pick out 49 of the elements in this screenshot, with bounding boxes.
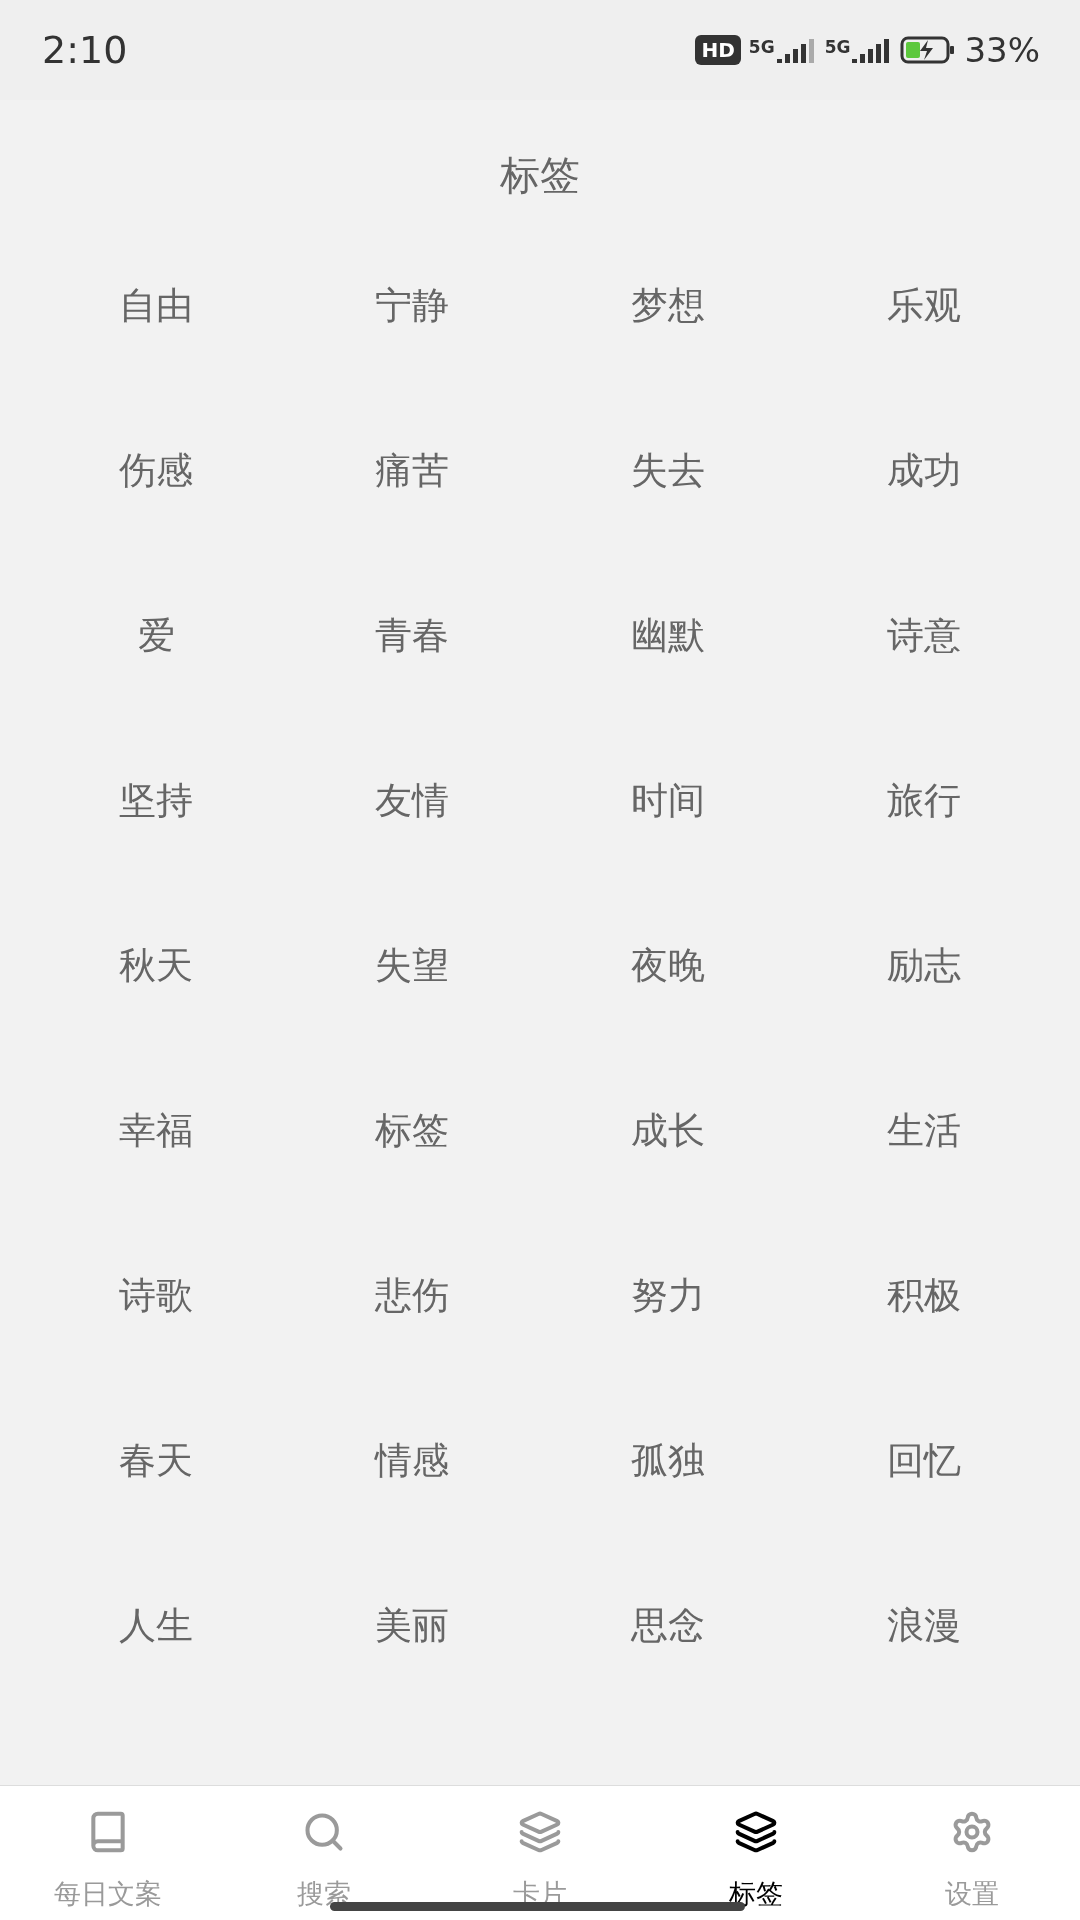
layers-icon (518, 1810, 562, 1854)
page-title: 标签 (499, 151, 581, 200)
tag-item[interactable]: 时间 (631, 776, 705, 826)
tag-item[interactable]: 励志 (887, 941, 961, 991)
tag-item[interactable]: 失望 (375, 941, 449, 991)
tag-item[interactable]: 乐观 (887, 281, 961, 331)
tag-item[interactable]: 梦想 (631, 281, 705, 331)
tag-item[interactable]: 诗歌 (119, 1271, 193, 1321)
signal-icon (776, 37, 817, 63)
tag-item[interactable]: 成长 (631, 1106, 705, 1156)
tag-item[interactable]: 爱 (137, 611, 175, 661)
status-time: 2:10 (42, 28, 128, 72)
tag-item[interactable]: 努力 (631, 1271, 705, 1321)
tag-item[interactable]: 生活 (887, 1106, 961, 1156)
tag-item[interactable]: 成功 (887, 446, 961, 496)
layers-icon (734, 1810, 778, 1854)
tag-item[interactable]: 悲伤 (375, 1271, 449, 1321)
tag-item[interactable]: 青春 (375, 611, 449, 661)
nav-tab[interactable]: 设置 (884, 1786, 1060, 1920)
tag-item[interactable]: 情感 (375, 1436, 449, 1486)
tag-item[interactable]: 标签 (375, 1106, 449, 1156)
tag-item[interactable]: 自由 (119, 281, 193, 331)
tag-item[interactable]: 旅行 (887, 776, 961, 826)
tag-item[interactable]: 夜晚 (631, 941, 705, 991)
tag-item[interactable]: 秋天 (119, 941, 193, 991)
tag-item[interactable]: 失去 (631, 446, 705, 496)
tag-item[interactable]: 宁静 (375, 281, 449, 331)
tag-item[interactable]: 伤感 (119, 446, 193, 496)
tag-item[interactable]: 美丽 (375, 1601, 449, 1651)
tag-item[interactable]: 积极 (887, 1271, 961, 1321)
battery-percent: 33% (964, 30, 1040, 70)
tag-item[interactable]: 春天 (119, 1436, 193, 1486)
tag-item[interactable]: 诗意 (887, 611, 961, 661)
network-type: 5G (748, 37, 775, 57)
search-icon (302, 1810, 346, 1854)
tag-item[interactable]: 浪漫 (887, 1601, 961, 1651)
tag-item[interactable]: 幽默 (631, 611, 705, 661)
tag-item[interactable]: 坚持 (119, 776, 193, 826)
tag-item[interactable]: 回忆 (887, 1436, 961, 1486)
tag-item[interactable]: 孤独 (631, 1436, 705, 1486)
battery-charging-icon (900, 36, 957, 64)
tag-item[interactable]: 痛苦 (375, 446, 449, 496)
tag-item[interactable]: 思念 (631, 1601, 705, 1651)
tag-item[interactable]: 人生 (119, 1601, 193, 1651)
tag-item[interactable]: 幸福 (119, 1106, 193, 1156)
nav-tab[interactable]: 每日文案 (20, 1786, 196, 1920)
network-type: 5G (824, 37, 851, 57)
tag-item[interactable]: 友情 (375, 776, 449, 826)
hd-badge: HD (695, 35, 741, 65)
